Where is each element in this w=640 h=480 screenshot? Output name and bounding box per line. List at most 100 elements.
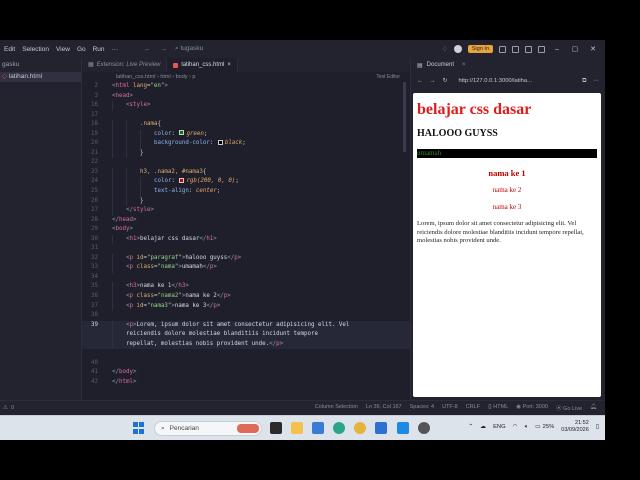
tab-live-preview[interactable]: ▦ Extension: Live Preview bbox=[82, 58, 168, 72]
copilot-icon[interactable]: ♢ bbox=[442, 45, 448, 53]
sidebar-toggle-icon[interactable] bbox=[512, 45, 519, 53]
column-selection[interactable]: Column Selection bbox=[315, 404, 358, 412]
open-external-icon[interactable]: ⧉ bbox=[582, 78, 586, 85]
account-icon[interactable] bbox=[453, 45, 462, 53]
code-line[interactable]: 42 </html> bbox=[82, 378, 410, 388]
code-line[interactable]: 16 <style> bbox=[82, 101, 410, 111]
url-field[interactable]: http://127.0.0.1:3000/latiha... bbox=[458, 78, 531, 84]
wifi-icon[interactable]: ◠ bbox=[513, 424, 518, 430]
panel-toggle-icon[interactable] bbox=[525, 45, 532, 53]
sign-in-button[interactable]: Sign In bbox=[467, 45, 493, 53]
tab-latihan-css[interactable]: latihan_css.html × bbox=[167, 58, 238, 72]
more-icon[interactable]: ⋯ bbox=[593, 78, 599, 84]
notifications-icon[interactable]: 🔔︎ bbox=[590, 404, 597, 412]
code-line[interactable]: 38 bbox=[82, 311, 410, 321]
layout-icon[interactable] bbox=[499, 45, 506, 53]
forward-arrow-icon[interactable]: → bbox=[161, 46, 168, 53]
settings-icon[interactable] bbox=[418, 422, 430, 434]
code-line[interactable]: 26} bbox=[82, 196, 410, 207]
cursor-position[interactable]: Ln 39, Col 167 bbox=[366, 404, 402, 412]
tab-close-icon[interactable]: × bbox=[462, 62, 466, 68]
secondary-sidebar-icon[interactable] bbox=[538, 45, 545, 53]
file-explorer-icon[interactable] bbox=[291, 422, 303, 434]
menu-go[interactable]: Go bbox=[77, 46, 86, 53]
line-number: 26 bbox=[91, 197, 98, 204]
taskbar-search[interactable]: ⌕ Pencarian bbox=[154, 421, 262, 436]
explorer-file-item[interactable]: ◇ latihan.html bbox=[0, 72, 81, 82]
language-mode[interactable]: {} HTML bbox=[488, 404, 508, 412]
back-arrow-icon[interactable]: ← bbox=[144, 46, 151, 53]
task-view-icon[interactable] bbox=[270, 422, 282, 434]
battery-indicator[interactable]: ▭ 25% bbox=[535, 424, 554, 430]
tab-close-icon[interactable]: × bbox=[227, 58, 231, 72]
notification-center-icon[interactable]: ▯ bbox=[596, 424, 599, 430]
code-line[interactable]: 36 <p class="nama2">nama ke 2</p> bbox=[82, 292, 410, 302]
menu-edit[interactable]: Edit bbox=[4, 46, 15, 53]
code-line[interactable]: 17 bbox=[82, 111, 410, 121]
line-number: 20 bbox=[91, 140, 98, 147]
code-line[interactable]: 29 <body> bbox=[82, 225, 410, 235]
code-line[interactable]: 24 color: rgb(200, 0, 0); bbox=[82, 177, 410, 188]
code-line[interactable]: 39 <p>Lorem, ipsum dolor sit amet consect… bbox=[82, 320, 410, 331]
go-live-label: Go Live bbox=[563, 406, 583, 412]
code-line[interactable]: reiciendis dolore molestiae blanditiis i… bbox=[82, 330, 410, 340]
code-line[interactable]: 35 <h3>nama ke 1</h3> bbox=[82, 282, 410, 293]
breadcrumb[interactable]: latihan_css.html › html › body › p bbox=[82, 72, 410, 82]
volume-icon[interactable]: 🔈︎ bbox=[525, 424, 528, 431]
cloud-icon[interactable]: ☁ bbox=[480, 424, 486, 430]
code-line[interactable]: 3 <head> bbox=[82, 92, 410, 102]
menu-selection[interactable]: Selection bbox=[22, 46, 49, 53]
tab-label: Extension: Live Preview bbox=[96, 62, 161, 68]
code-line[interactable]: 37 <p id="nama3">nama ke 3</p> bbox=[82, 301, 410, 312]
code-line[interactable]: 21} bbox=[82, 148, 410, 159]
code-line[interactable]: 27 </style> bbox=[82, 206, 410, 216]
minimize-icon[interactable]: – bbox=[551, 46, 563, 53]
preview-tab[interactable]: ▤ Document × bbox=[411, 58, 605, 72]
reload-icon[interactable]: ↻ bbox=[443, 78, 448, 84]
folder-icon[interactable] bbox=[375, 422, 387, 434]
code-line[interactable]: repellat, molestias nobis provident unde… bbox=[82, 339, 410, 350]
code-line[interactable]: 28 </head> bbox=[82, 216, 410, 226]
language-indicator[interactable]: ENG bbox=[493, 424, 506, 430]
code-line[interactable]: 22 bbox=[82, 158, 410, 168]
vscode-icon[interactable] bbox=[397, 422, 409, 434]
code-line[interactable] bbox=[82, 349, 410, 359]
problems-icon[interactable]: ⚠ bbox=[3, 405, 8, 411]
chrome-icon[interactable] bbox=[354, 422, 366, 434]
indent-guide bbox=[112, 339, 113, 350]
code-line[interactable]: 31 bbox=[82, 244, 410, 254]
code-line[interactable]: 25 text-align: center; bbox=[82, 187, 410, 197]
code-line[interactable]: 34 bbox=[82, 273, 410, 283]
code-line[interactable]: 30 <h1>belajar css dasar</h1> bbox=[82, 234, 410, 245]
menu-view[interactable]: View bbox=[56, 46, 70, 53]
maximize-icon[interactable]: ▢ bbox=[569, 45, 581, 53]
encoding[interactable]: UTF-8 bbox=[442, 404, 458, 412]
start-button[interactable] bbox=[133, 422, 145, 434]
code-line[interactable]: 19 color: green; bbox=[82, 129, 410, 140]
go-live[interactable]: ⦿ Go Live bbox=[556, 404, 582, 412]
close-icon[interactable]: ✕ bbox=[587, 45, 599, 53]
code-line[interactable]: 2 <html lang="en"> bbox=[82, 82, 410, 92]
indentation[interactable]: Spaces: 4 bbox=[410, 404, 434, 412]
code-line[interactable]: 33 <p class="nama">umamah</p> bbox=[82, 263, 410, 273]
line-ending[interactable]: CRLF bbox=[466, 404, 480, 412]
code-line[interactable]: 20 background-color: black; bbox=[82, 139, 410, 149]
command-center-search[interactable]: ⌕ tugasku bbox=[175, 45, 203, 53]
code-line[interactable]: 32 <p id="paragraf">halooo guyss</p> bbox=[82, 253, 410, 264]
code-line[interactable]: 18 .nama{ bbox=[82, 120, 410, 130]
code-line[interactable]: 23 h3, .nama2, #nama3{ bbox=[82, 167, 410, 178]
edge-icon[interactable] bbox=[333, 422, 345, 434]
code-view[interactable]: 2 <html lang="en"> 3 <head> 16 <style> 17 18 .na… bbox=[82, 82, 410, 388]
problems-count[interactable]: 0 bbox=[11, 405, 14, 411]
store-icon[interactable] bbox=[312, 422, 324, 434]
code-line[interactable]: 40 bbox=[82, 359, 410, 369]
live-server-port[interactable]: ◉ Port: 3000 bbox=[516, 404, 548, 412]
chevron-up-icon[interactable]: ⌃ bbox=[468, 424, 473, 430]
code-line[interactable]: 41 </body> bbox=[82, 368, 410, 378]
clock[interactable]: 21:52 03/09/2026 bbox=[561, 420, 589, 434]
forward-arrow-icon[interactable]: → bbox=[430, 78, 436, 84]
back-arrow-icon[interactable]: ← bbox=[417, 78, 423, 84]
menu-run[interactable]: Run bbox=[93, 46, 105, 53]
explorer-folder[interactable]: gasku bbox=[0, 58, 81, 72]
menu-more[interactable]: ··· bbox=[112, 46, 119, 53]
